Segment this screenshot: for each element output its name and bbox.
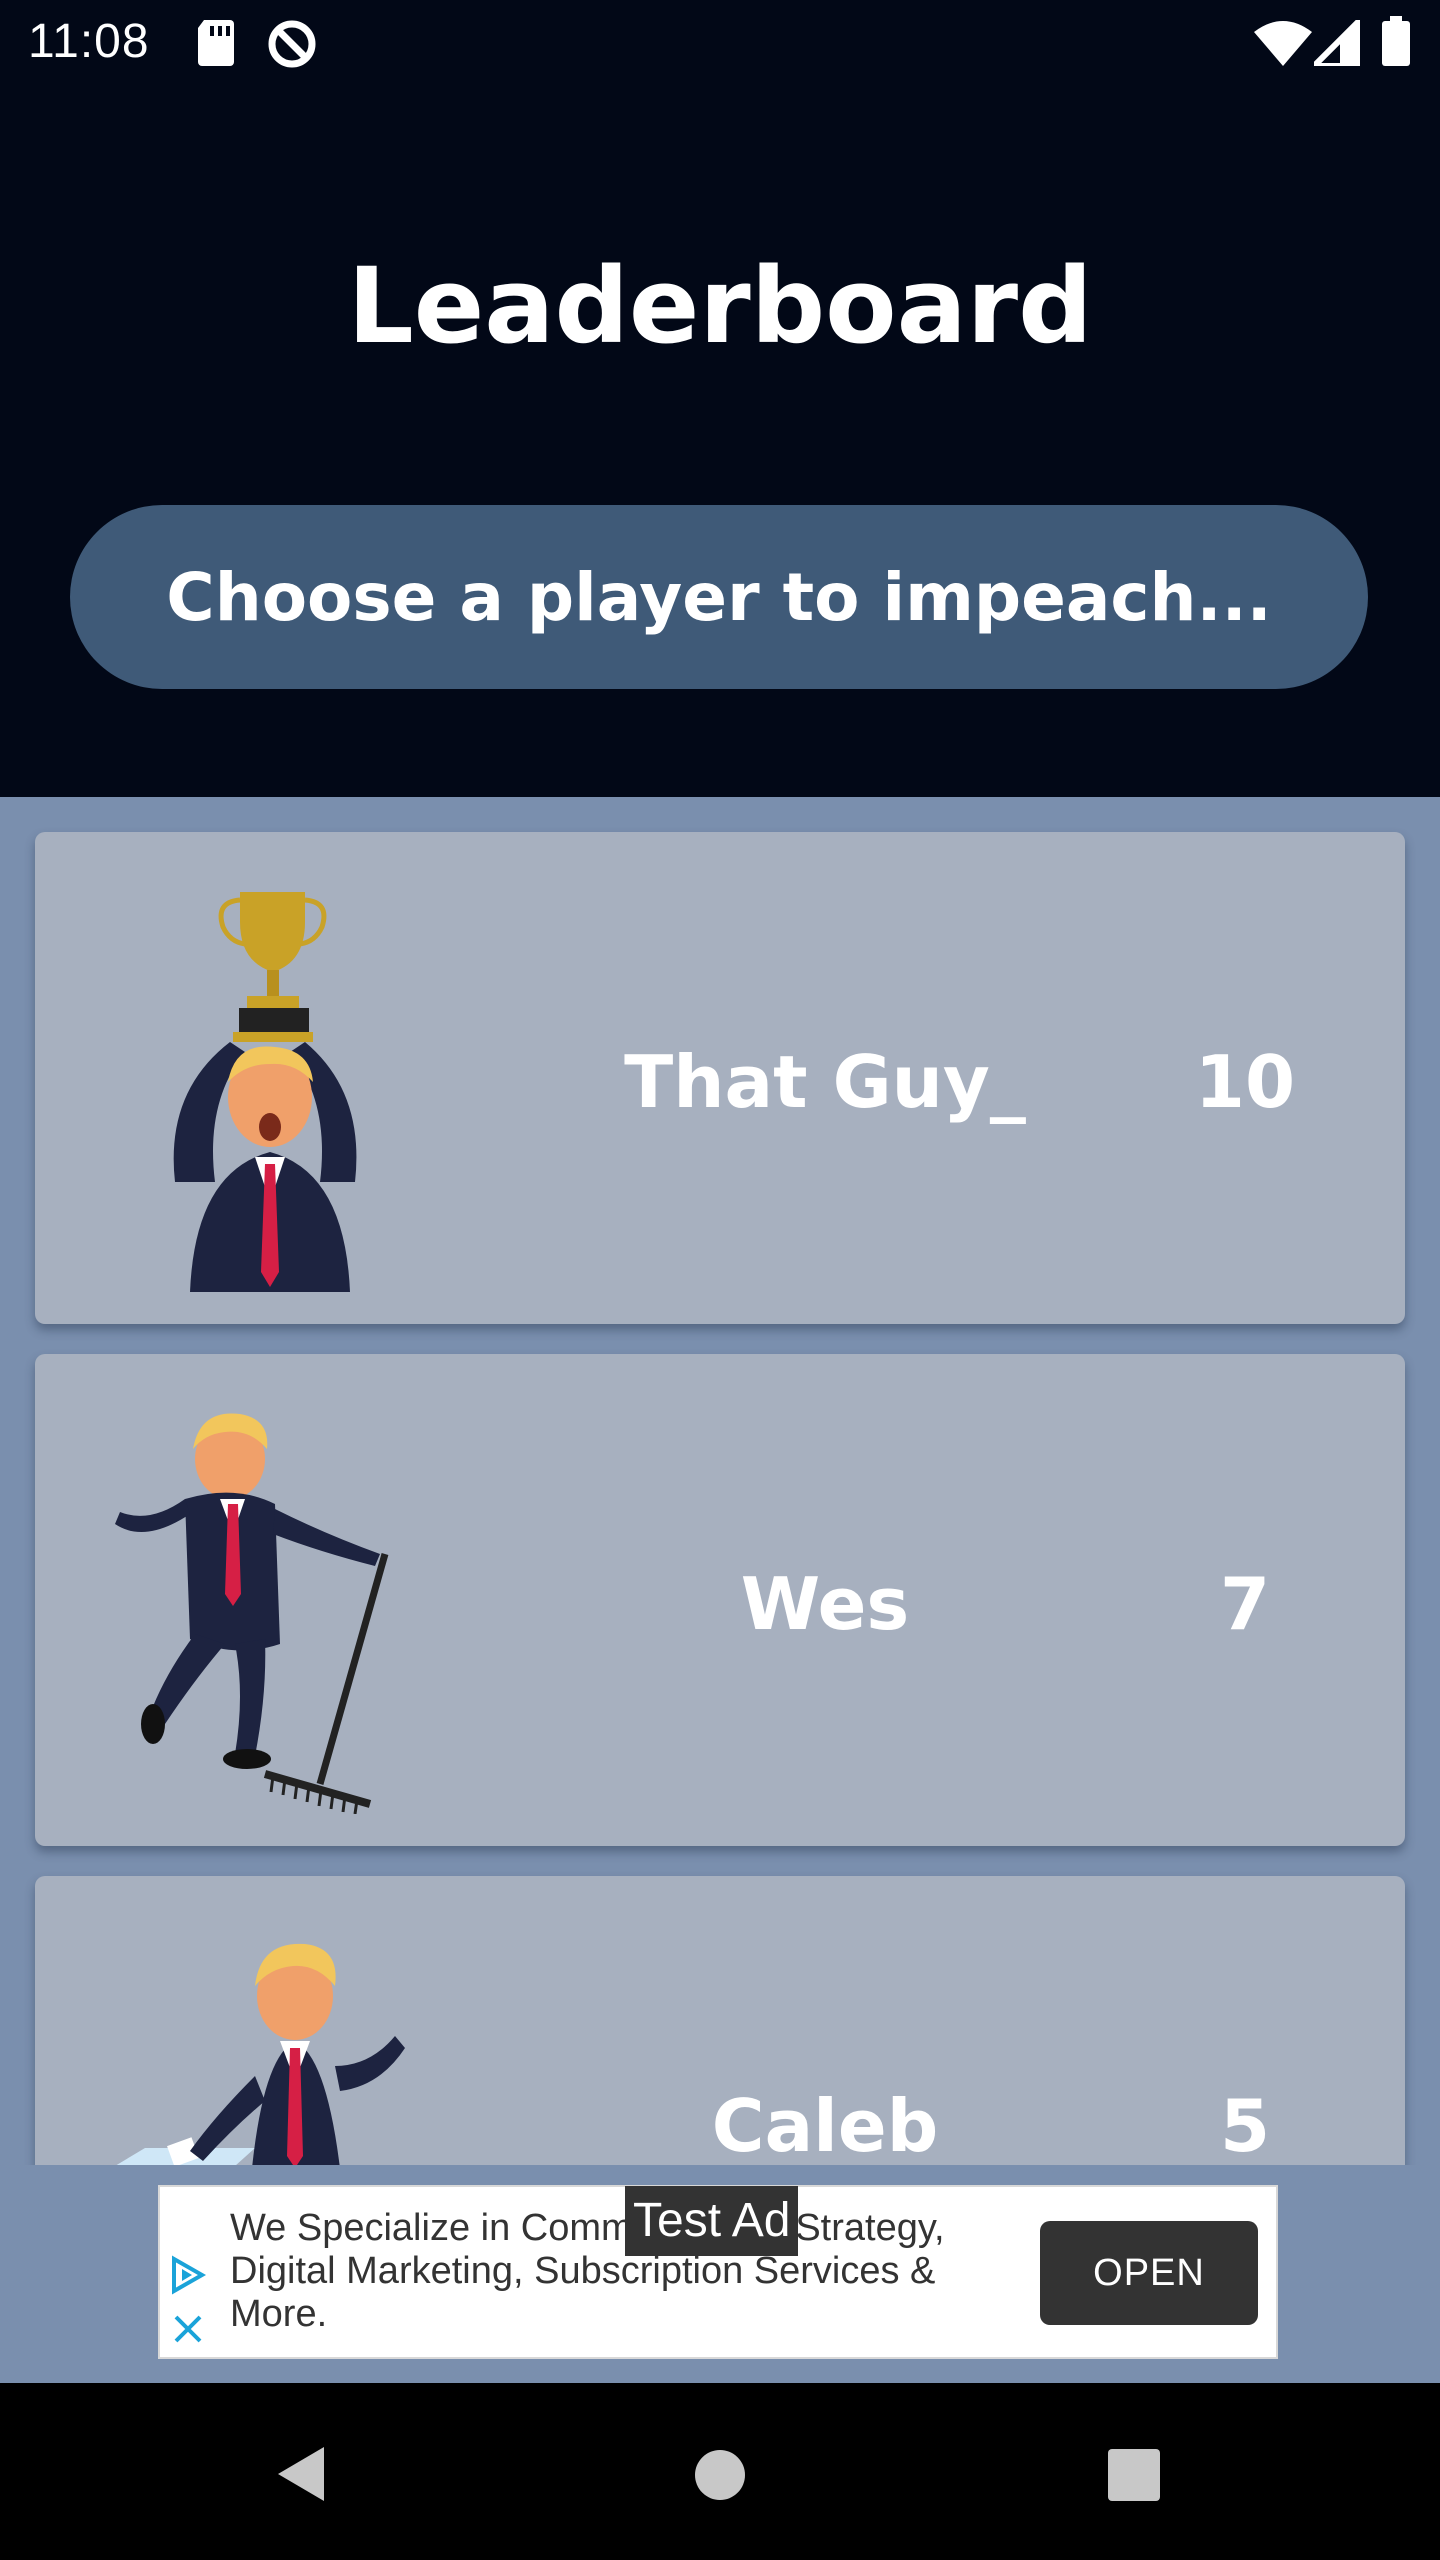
status-time: 11:08 [28,15,150,68]
player-card[interactable]: Wes 7 [35,1354,1405,1846]
navigation-bar [0,2383,1440,2560]
wifi-icon [1254,21,1312,66]
cell-signal-icon [1314,20,1360,66]
trump-trophy-avatar [173,892,357,1292]
back-icon[interactable] [272,2443,328,2505]
player-name: Caleb [711,2084,939,2165]
page-title: Leaderboard [347,245,1093,367]
battery-icon [1382,16,1410,66]
player-card[interactable]: Caleb 5 [35,1876,1405,2165]
data-saver-icon [268,20,316,68]
player-name: That Guy_ [624,1040,1026,1124]
home-icon[interactable] [694,2449,746,2501]
player-score: 5 [1219,2084,1271,2165]
recents-icon[interactable] [1108,2449,1160,2501]
test-ad-label: Test Ad [625,2186,799,2256]
status-bar: 11:08 [0,0,1440,84]
ad-open-button[interactable]: OPEN [1040,2221,1258,2325]
leaderboard-list[interactable]: That Guy_ 10 Wes 7 Caleb 5 [0,797,1440,2165]
player-name: Wes [740,1562,910,1646]
choose-player-button[interactable]: Choose a player to impeach... [70,505,1368,689]
ad-choices-icon[interactable] [168,2255,208,2295]
player-card[interactable]: That Guy_ 10 [35,832,1405,1324]
player-score: 7 [1219,1562,1271,1646]
sd-card-icon [198,20,234,66]
trump-ballot-avatar [116,1943,405,2165]
close-icon[interactable] [172,2313,204,2345]
ad-text[interactable]: We Specialize in Communication Strategy,… [230,2207,990,2336]
trump-rake-avatar [115,1413,389,1814]
player-score: 10 [1194,1040,1296,1124]
